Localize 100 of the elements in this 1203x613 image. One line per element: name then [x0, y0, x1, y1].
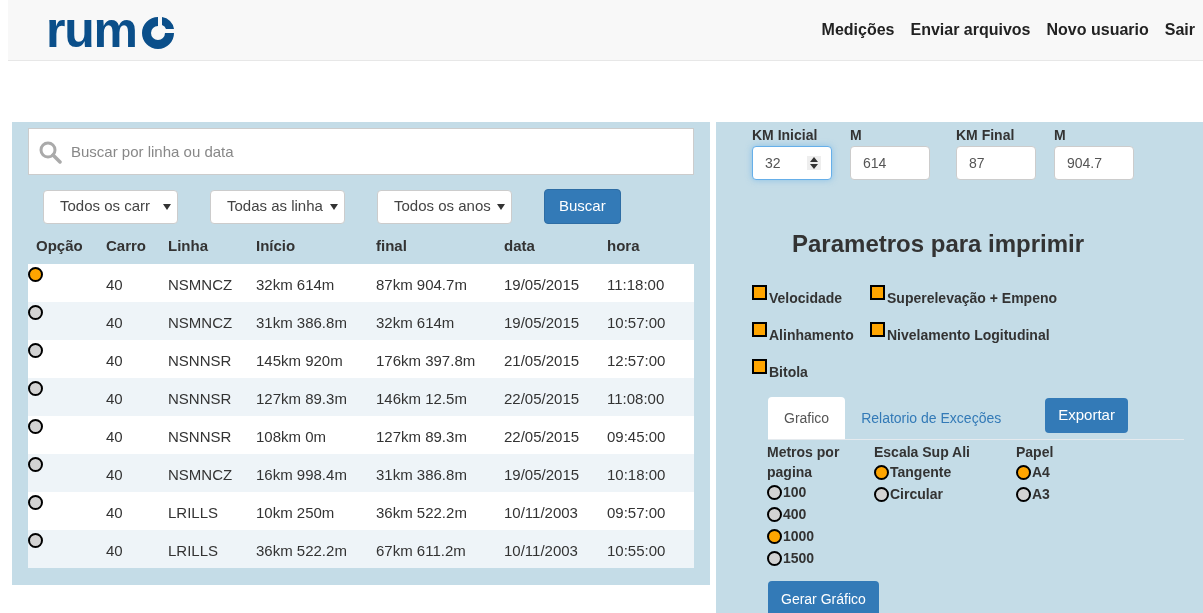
- table-cell: 10:55:00: [607, 541, 666, 559]
- radio-button[interactable]: [767, 506, 782, 522]
- column-header: data: [504, 236, 535, 254]
- radio-button[interactable]: [874, 464, 889, 480]
- checkbox[interactable]: [752, 285, 767, 300]
- table-row[interactable]: 40 NSNNSR 145km 920m 176km 397.8m 21/05/2015 12:57:00: [28, 340, 694, 378]
- table-cell: 40: [106, 503, 123, 521]
- group-title: Metros por pagina: [767, 443, 841, 482]
- table-cell: 31km 386.8m: [256, 313, 347, 331]
- table-cell: 36km 522.2m: [256, 541, 347, 559]
- radio-button[interactable]: [767, 528, 782, 544]
- checkbox[interactable]: [752, 359, 767, 374]
- table-cell: 10/11/2003: [504, 541, 578, 559]
- radio-button[interactable]: [1016, 486, 1031, 502]
- table-cell: 40: [106, 389, 123, 407]
- checkbox[interactable]: [870, 285, 885, 300]
- column-header: Linha: [168, 236, 208, 254]
- table-cell: 145km 920m: [256, 351, 343, 369]
- checkbox-label: Nivelamento Logitudinal: [887, 326, 1050, 345]
- checkbox-label: Alinhamento: [769, 326, 854, 345]
- table-cell: 127km 89.3m: [376, 427, 467, 445]
- table-cell: 19/05/2015: [504, 313, 580, 331]
- table-cell: NSNNSR: [168, 351, 232, 369]
- filter-dropdown[interactable]: Todos os anos: [377, 189, 512, 224]
- nav-link[interactable]: Sair: [1164, 18, 1195, 42]
- table-cell: 32km 614m: [376, 313, 455, 331]
- table-cell: 40: [106, 275, 123, 293]
- table-cell: 10km 250m: [256, 503, 335, 521]
- table-cell: 36km 522.2m: [376, 503, 467, 521]
- radio-button[interactable]: [28, 495, 43, 510]
- radio-button[interactable]: [28, 419, 43, 434]
- radio-button[interactable]: [28, 305, 43, 320]
- spinner-icon[interactable]: [807, 156, 821, 170]
- table-cell: NSMNCZ: [168, 465, 233, 483]
- radio-button[interactable]: [28, 267, 43, 282]
- radio-button[interactable]: [767, 550, 782, 566]
- table-cell: 127km 89.3m: [256, 389, 347, 407]
- column-header: Carro: [106, 236, 146, 254]
- table-cell: 09:57:00: [607, 503, 666, 521]
- nav-link[interactable]: Medições: [821, 18, 895, 42]
- checkbox[interactable]: [870, 322, 885, 337]
- table-row[interactable]: 40 LRILLS 10km 250m 36km 522.2m 10/11/2003 09:57:00: [28, 492, 694, 530]
- table-cell: 32km 614m: [256, 275, 335, 293]
- logo[interactable]: rum: [46, 5, 177, 55]
- table-row[interactable]: 40 NSMNCZ 32km 614m 87km 904.7m 19/05/2015 11:18:00: [28, 264, 694, 302]
- filter-dropdown[interactable]: Todos os carr: [43, 189, 178, 224]
- caret-icon: [330, 203, 338, 210]
- radio-button[interactable]: [767, 484, 782, 500]
- radio-button[interactable]: [28, 381, 43, 396]
- table-cell: 22/05/2015: [504, 427, 580, 445]
- table-cell: 11:08:00: [607, 389, 665, 407]
- number-field[interactable]: 614: [850, 146, 930, 180]
- tab[interactable]: Grafico: [768, 397, 846, 439]
- column-header: hora: [607, 236, 640, 254]
- table-cell: 108km 0m: [256, 427, 327, 445]
- group-title: Escala Sup Ali: [874, 443, 971, 462]
- table-cell: LRILLS: [168, 541, 219, 559]
- table-cell: 31km 386.8m: [376, 465, 467, 483]
- radio-button[interactable]: [28, 457, 43, 472]
- table-cell: 146km 12.5m: [376, 389, 467, 407]
- checkbox-label: Velocidade: [769, 289, 843, 308]
- section-title: Parametros para imprimir: [792, 229, 1086, 259]
- table-cell: NSNNSR: [168, 427, 232, 445]
- caret-icon: [497, 203, 505, 210]
- checkbox[interactable]: [752, 322, 767, 337]
- table-row[interactable]: 40 NSNNSR 108km 0m 127km 89.3m 22/05/2015 09:45:00: [28, 416, 694, 454]
- number-field[interactable]: 32: [752, 146, 832, 180]
- field-label: KM Final: [956, 126, 1016, 145]
- number-field[interactable]: 87: [956, 146, 1036, 180]
- radio-label: Circular: [890, 485, 943, 504]
- export-button[interactable]: Exportar: [1045, 398, 1128, 433]
- radio-button[interactable]: [28, 343, 43, 358]
- generate-chart-button[interactable]: Gerar Gráfico: [768, 581, 879, 613]
- field-label: M: [850, 126, 863, 145]
- search-icon: [38, 140, 62, 164]
- nav-link[interactable]: Enviar arquivos: [910, 18, 1031, 42]
- table-row[interactable]: 40 LRILLS 36km 522.2m 67km 611.2m 10/11/2003 10:55:00: [28, 530, 694, 568]
- radio-button[interactable]: [1016, 464, 1031, 480]
- radio-label: 400: [783, 505, 807, 524]
- table-cell: 09:45:00: [607, 427, 666, 445]
- nav-link[interactable]: Novo usuario: [1046, 18, 1149, 42]
- number-field[interactable]: 904.7: [1054, 146, 1134, 180]
- table-cell: 21/05/2015: [504, 351, 580, 369]
- table-cell: 12:57:00: [607, 351, 666, 369]
- radio-button[interactable]: [28, 533, 43, 548]
- search-button[interactable]: Buscar: [544, 189, 621, 224]
- table-cell: 67km 611.2m: [376, 541, 466, 559]
- radio-button[interactable]: [874, 486, 889, 502]
- column-header: Início: [256, 236, 296, 254]
- column-header: Opção: [36, 236, 83, 254]
- search-field[interactable]: Buscar por linha ou data: [28, 128, 694, 175]
- group-title: Papel: [1016, 443, 1055, 462]
- table-cell: NSMNCZ: [168, 313, 233, 331]
- radio-label: A3: [1032, 485, 1050, 504]
- table-cell: 10:57:00: [607, 313, 666, 331]
- table-cell: 19/05/2015: [504, 275, 580, 293]
- table-cell: 19/05/2015: [504, 465, 580, 483]
- filter-dropdown[interactable]: Todas as linha: [210, 189, 345, 224]
- column-header: final: [376, 236, 407, 254]
- radio-label: 1000: [783, 527, 815, 546]
